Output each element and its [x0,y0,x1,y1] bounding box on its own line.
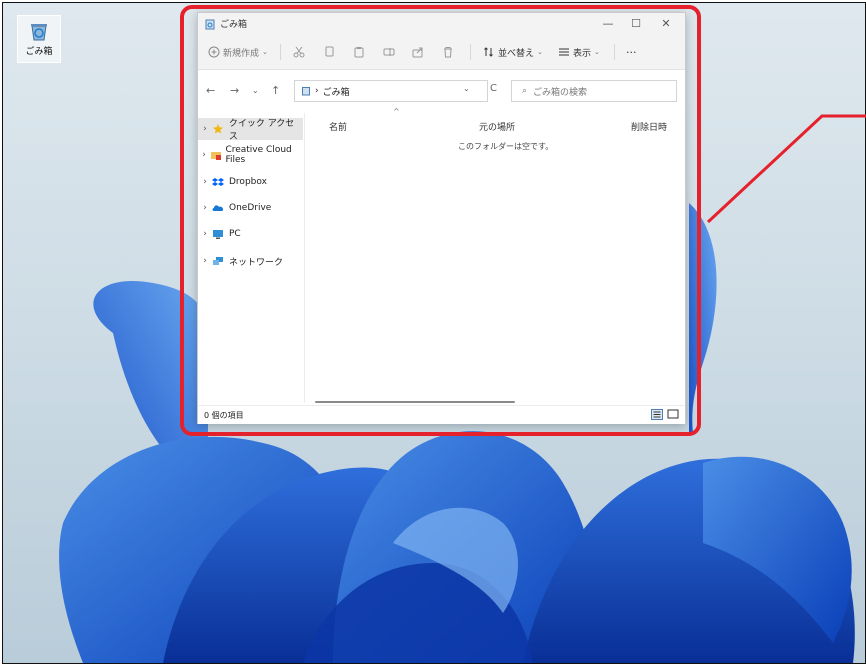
nav-item-label: Creative Cloud Files [225,145,292,165]
nav-item-label: Dropbox [229,177,267,187]
column-header-original-location[interactable]: 元の場所 [479,120,515,133]
search-placeholder: ごみ箱の検索 [533,87,588,98]
sort-indicator-icon: ^ [393,107,400,116]
up-arrow-icon[interactable]: ↑ [271,84,280,97]
creative-cloud-folder-icon [211,152,222,160]
view-button[interactable]: 表示 ⌄ [558,44,600,60]
file-explorer-window: ごみ箱 — ☐ ✕ 新規作成 ⌄ 並べ替え ⌄ 表示 ⌄ ··· ← → ⌄ ↑… [197,12,686,424]
nav-item-creative-cloud-files[interactable]: › Creative Cloud Files [198,144,303,166]
toolbar-divider [614,44,615,60]
share-button[interactable] [412,44,424,60]
expand-chevron-icon[interactable]: › [198,177,212,187]
details-view-icon[interactable] [651,409,663,420]
cut-button[interactable] [293,44,305,60]
column-header-name[interactable]: 名前 [329,120,347,133]
nav-item-dropbox[interactable]: › Dropbox [198,171,303,193]
toolbar-divider [280,44,281,60]
star-icon [212,124,223,134]
copy-icon [325,46,334,57]
network-icon [213,257,223,265]
nav-item-network[interactable]: › ネットワーク [198,250,303,272]
empty-folder-message: このフォルダーは空です。 [458,142,554,151]
rename-button[interactable] [383,44,395,60]
new-button-label: 新規作成 [223,48,260,59]
large-icons-view-icon[interactable] [667,409,679,420]
expand-chevron-icon[interactable]: › [198,256,212,266]
expand-chevron-icon[interactable]: › [198,229,212,239]
horizontal-scrollbar[interactable] [315,401,515,403]
expand-chevron-icon[interactable]: › [198,150,210,160]
callout-line [706,114,866,224]
breadcrumb-location[interactable]: ごみ箱 [323,85,350,98]
scissors-icon [293,46,305,58]
plus-circle-icon [208,46,220,58]
recycle-bin-desktop-label: ごみ箱 [25,47,53,57]
recent-chevron-icon[interactable]: ⌄ [252,86,259,95]
minimize-button[interactable]: — [595,15,621,33]
chevron-down-icon: ⌄ [537,48,543,56]
navigation-pane: › クイック アクセス › Creative Cloud Files › Dro… [198,113,305,403]
close-button[interactable]: ✕ [653,15,679,33]
delete-button[interactable] [442,44,454,60]
list-lines-icon [559,48,569,56]
rename-icon [383,48,395,56]
share-icon [412,47,423,58]
nav-item-label: ネットワーク [229,257,284,268]
file-list: ^ 名前 元の場所 削除日時 このフォルダーは空です。 [305,107,685,403]
title-bar[interactable]: ごみ箱 — ☐ ✕ [198,13,685,35]
refresh-icon[interactable]: C [490,83,497,94]
address-history-chevron-icon[interactable]: ⌄ [463,84,470,93]
recycle-bin-title-icon [205,19,215,30]
onedrive-cloud-icon [212,205,223,211]
ellipsis-icon: ··· [626,45,637,59]
column-header-date-deleted[interactable]: 削除日時 [631,120,667,133]
forward-arrow-icon[interactable]: → [230,84,239,97]
expand-chevron-icon[interactable]: › [198,124,212,134]
expand-chevron-icon[interactable]: › [198,203,212,213]
breadcrumb-separator: › [315,86,319,96]
new-button[interactable]: 新規作成 ⌄ [208,44,268,60]
command-bar: 新規作成 ⌄ 並べ替え ⌄ 表示 ⌄ ··· [198,35,685,70]
window-title: ごみ箱 [220,20,248,30]
recycle-bin-small-icon [302,87,310,96]
dropbox-icon [212,178,224,186]
nav-item-quick-access[interactable]: › クイック アクセス [198,118,303,142]
trash-icon [444,47,452,58]
recycle-bin-desktop-icon[interactable]: ごみ箱 [17,15,61,63]
status-bar: 0 個の項目 [198,405,685,424]
nav-item-pc[interactable]: › PC [198,223,303,245]
sort-arrows-icon [484,47,493,57]
nav-item-onedrive[interactable]: › OneDrive [198,197,303,219]
search-box[interactable]: ⌕ ごみ箱の検索 [511,80,677,102]
paste-button[interactable] [353,44,365,60]
search-icon: ⌕ [522,86,528,96]
chevron-down-icon: ⌄ [594,48,600,56]
address-bar[interactable]: › ごみ箱 ⌄ [294,80,488,102]
maximize-button[interactable]: ☐ [623,15,649,33]
back-arrow-icon[interactable]: ← [206,84,215,97]
view-button-label: 表示 [573,48,592,59]
toolbar-divider [470,44,471,60]
recycle-bin-icon [31,24,47,41]
copy-button[interactable] [323,44,335,60]
item-count: 0 個の項目 [204,411,244,420]
monitor-icon [213,230,223,239]
nav-item-label: OneDrive [229,203,272,213]
nav-item-label: PC [229,229,241,239]
sort-button[interactable]: 並べ替え ⌄ [483,44,543,60]
address-row: ← → ⌄ ↑ › ごみ箱 ⌄ C ⌕ ごみ箱の検索 [198,70,685,112]
sort-button-label: 並べ替え [498,48,535,59]
more-options-button[interactable]: ··· [626,44,637,60]
nav-item-label: クイック アクセス [228,119,295,142]
clipboard-icon [354,47,364,58]
chevron-down-icon: ⌄ [262,48,268,56]
